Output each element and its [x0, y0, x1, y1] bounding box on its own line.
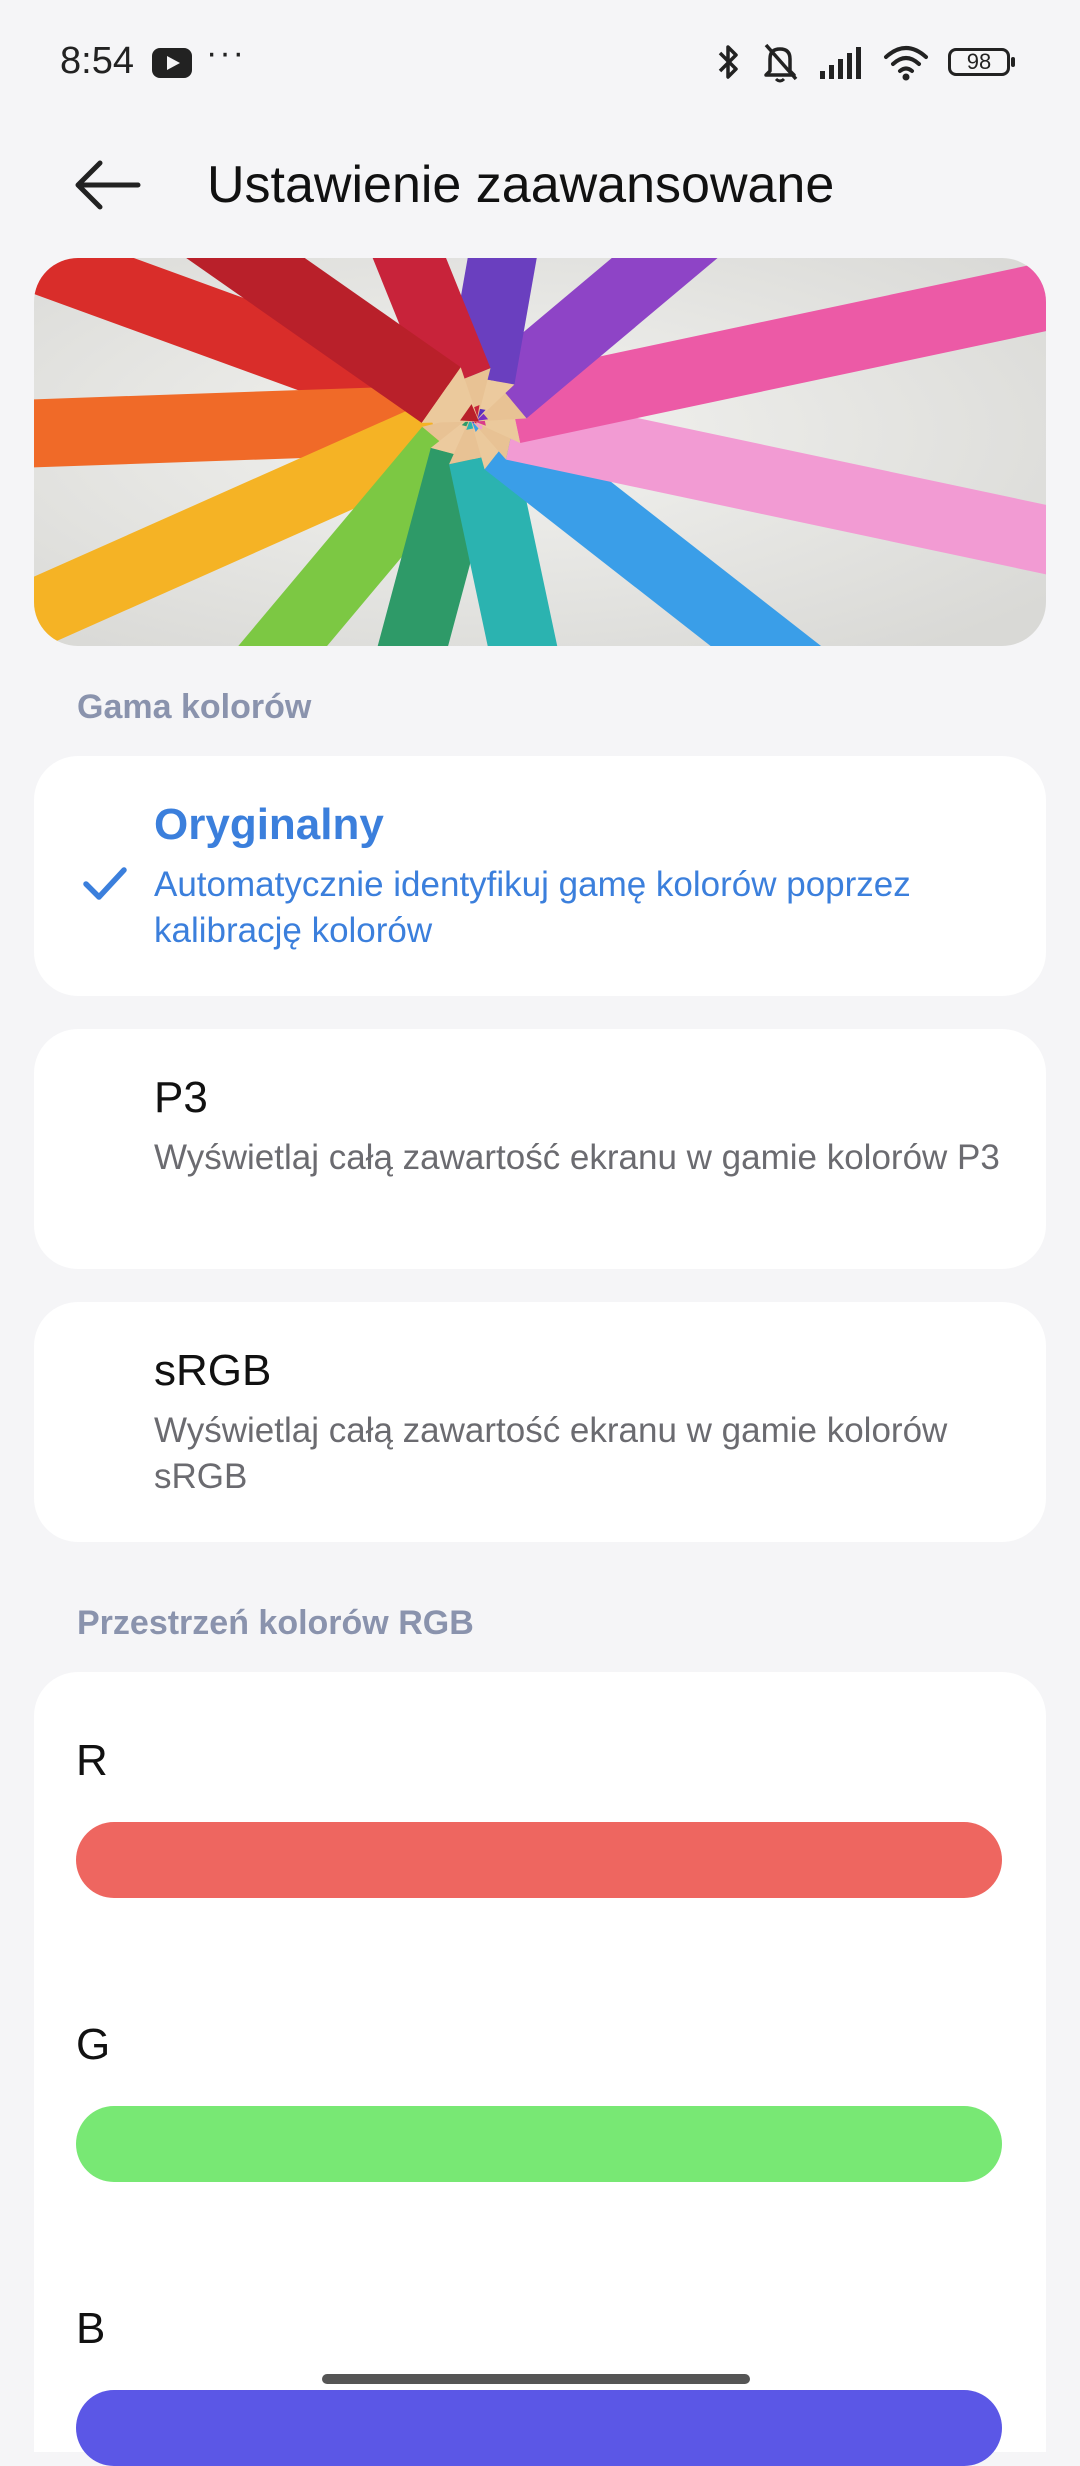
channel-label-b: B — [76, 2304, 106, 2353]
page-title: Ustawienie zaawansowane — [207, 156, 835, 214]
option-title: P3 — [154, 1073, 208, 1122]
slider-green[interactable] — [76, 2106, 1002, 2182]
option-srgb[interactable]: sRGB Wyświetlaj całą zawartość ekranu w … — [34, 1302, 1046, 1542]
channel-label-r: R — [76, 1736, 108, 1785]
youtube-icon — [152, 48, 192, 78]
slider-red-fill — [76, 1822, 1002, 1898]
gesture-navigation-bar[interactable] — [322, 2374, 750, 2384]
battery-icon: 98 — [948, 48, 1015, 76]
option-original[interactable]: Oryginalny Automatycznie identyfikuj gam… — [34, 756, 1046, 996]
more-dots-icon: ··· — [206, 34, 246, 72]
slider-blue-fill — [76, 2390, 1002, 2466]
pencils-illustration — [34, 258, 1046, 646]
channel-label-g: G — [76, 2020, 111, 2069]
bell-muted-icon — [764, 43, 798, 83]
status-icons: 98 — [716, 40, 1015, 84]
option-p3[interactable]: P3 Wyświetlaj całą zawartość ekranu w ga… — [34, 1029, 1046, 1269]
section-title-rgb-space: Przestrzeń kolorów RGB — [77, 1604, 474, 1642]
option-description: Wyświetlaj całą zawartość ekranu w gamie… — [154, 1138, 1000, 1177]
slider-blue[interactable] — [76, 2390, 1002, 2466]
status-time: 8:54 — [60, 40, 134, 82]
checkmark-icon — [83, 867, 127, 900]
cellular-signal-icon — [820, 47, 861, 79]
option-description: Automatycznie identyfikuj gamę kolorów p… — [154, 865, 911, 950]
section-title-color-gamut: Gama kolorów — [77, 688, 312, 726]
option-description: Wyświetlaj całą zawartość ekranu w gamie… — [154, 1411, 948, 1496]
color-pencils-image — [34, 258, 1046, 646]
arrow-left-icon[interactable] — [62, 150, 152, 220]
app-bar: Ustawienie zaawansowane — [0, 130, 1080, 240]
option-title: Oryginalny — [154, 800, 384, 849]
option-title: sRGB — [154, 1346, 272, 1395]
battery-level: 98 — [966, 49, 992, 74]
slider-green-fill — [76, 2106, 1002, 2182]
status-bar: 8:54 ··· 98 — [0, 0, 1080, 130]
rgb-sliders-card: R G B — [34, 1672, 1046, 2466]
wifi-icon — [884, 46, 928, 81]
slider-red[interactable] — [76, 1822, 1002, 1898]
bluetooth-icon — [718, 45, 738, 79]
